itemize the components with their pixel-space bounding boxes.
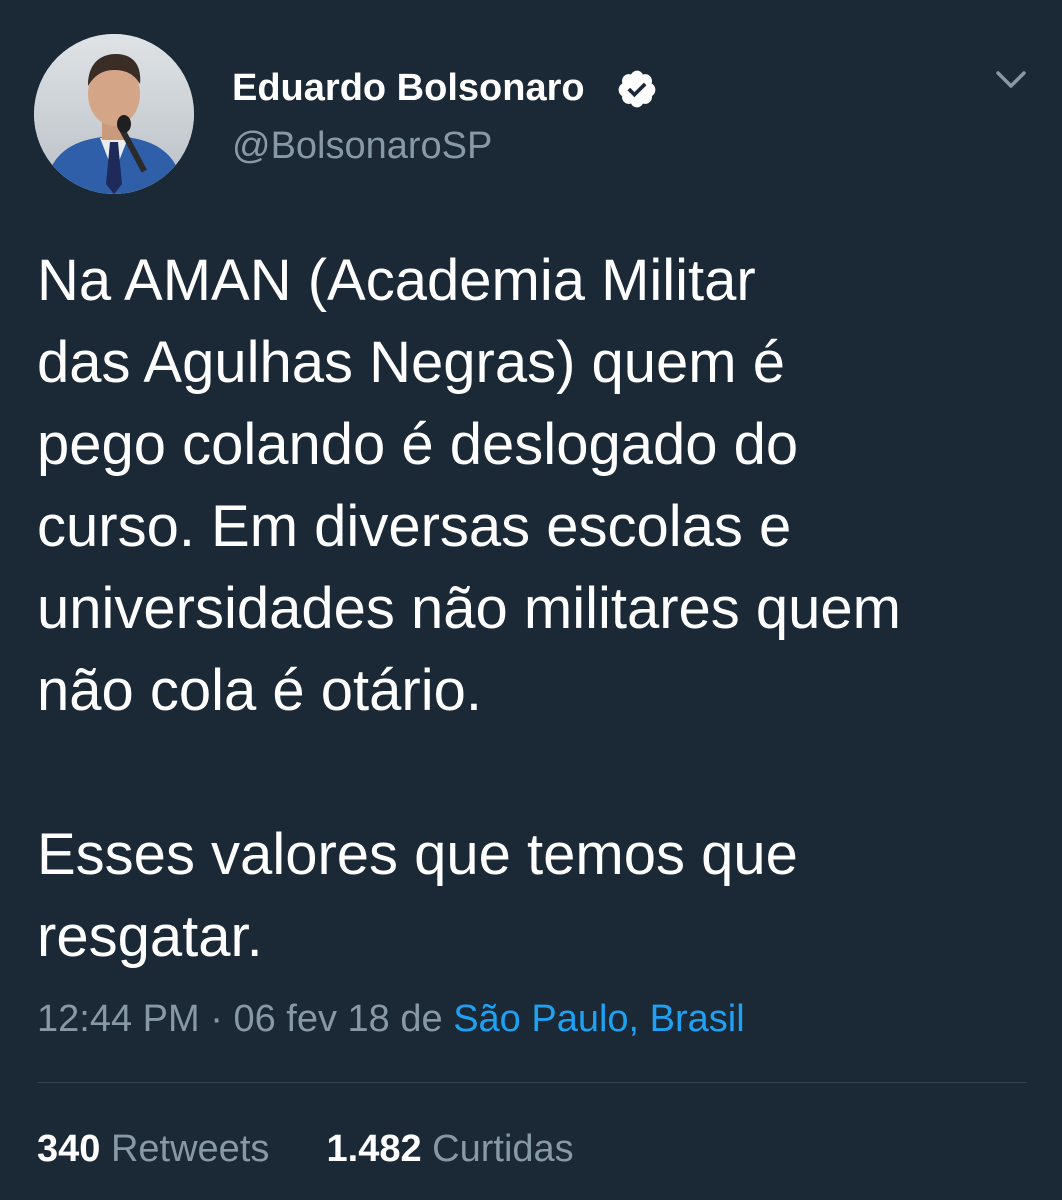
tweet-paragraph: Na AMAN (Academia Militar das Agulhas Ne… — [37, 248, 901, 723]
meta-separator: · — [210, 998, 223, 1040]
tweet-paragraph: Esses valores que temos que resgatar. — [37, 822, 798, 969]
likes-label: Curtidas — [432, 1128, 574, 1170]
retweets-label: Retweets — [110, 1128, 270, 1170]
tweet-location-link[interactable]: São Paulo, Brasil — [453, 998, 745, 1040]
tweet-card: Eduardo Bolsonaro @BolsonaroSP Na AMAN (… — [0, 0, 1062, 1200]
tweet-meta: 12:44 PM · 06 fev 18 de São Paulo, Brasi… — [37, 994, 745, 1044]
tweet-time[interactable]: 12:44 PM — [37, 998, 200, 1040]
engagement-stats: 340 Retweets 1.482 Curtidas — [37, 1124, 574, 1174]
avatar-photo — [34, 34, 194, 194]
chevron-down-icon[interactable] — [994, 64, 1028, 94]
verified-badge-icon — [618, 70, 656, 108]
author-handle[interactable]: @BolsonaroSP — [232, 124, 492, 168]
retweets-count: 340 — [37, 1128, 101, 1170]
tweet-text: Na AMAN (Academia Militar das Agulhas Ne… — [37, 240, 1027, 978]
likes-stat[interactable]: 1.482 Curtidas — [316, 1128, 574, 1170]
location-prefix: de — [400, 998, 443, 1040]
likes-count: 1.482 — [326, 1128, 422, 1170]
author-name[interactable]: Eduardo Bolsonaro — [232, 66, 585, 110]
tweet-date[interactable]: 06 fev 18 — [233, 998, 389, 1040]
retweets-stat[interactable]: 340 Retweets — [37, 1128, 280, 1170]
avatar[interactable] — [34, 34, 194, 194]
divider — [37, 1082, 1027, 1083]
